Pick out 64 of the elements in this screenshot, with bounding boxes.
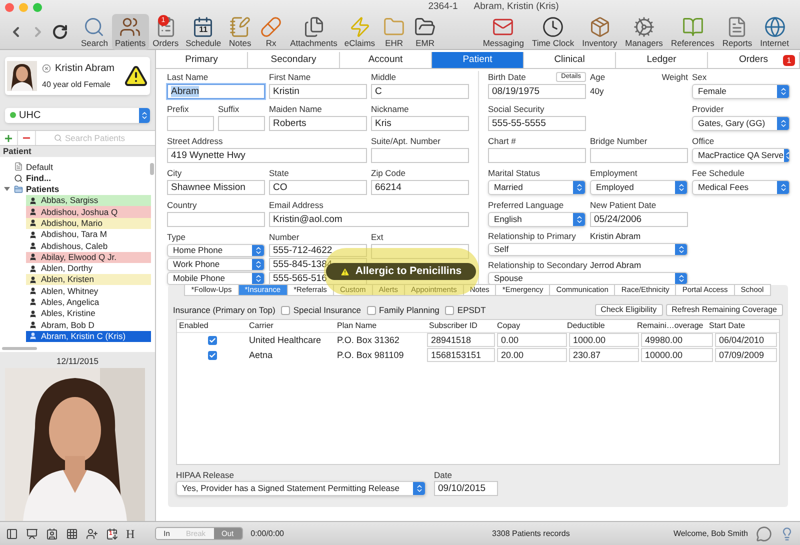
field-label: Nickname	[371, 103, 410, 115]
table-cell-text: United Healthcare	[248, 334, 322, 346]
count-badge: 1	[783, 55, 795, 66]
field-label: Social Security	[488, 103, 546, 115]
checkbox-label: EPSDT	[457, 304, 486, 317]
field-label: City	[167, 167, 183, 179]
checkbox-label: Special Insurance	[293, 304, 361, 317]
field-label: Zip Code	[371, 167, 406, 179]
field-label: Birth Date	[488, 71, 526, 83]
column-header: Enabled	[178, 320, 210, 332]
section-title: Insurance (Primary on Top)	[173, 304, 276, 317]
field-label: Chart #	[488, 135, 517, 147]
record-number: 2364-1	[428, 0, 458, 14]
field-label: Employment	[590, 167, 638, 179]
field-label: Age	[590, 71, 606, 83]
field-label: Last Name	[167, 71, 210, 83]
field-label: Date	[434, 468, 453, 481]
field-label: Maiden Name	[269, 103, 323, 115]
field-label: HIPAA Release	[176, 468, 235, 481]
field-label: Fee Schedule	[692, 167, 746, 179]
field-label: State	[269, 167, 290, 179]
field-label: Office	[692, 135, 716, 147]
column-header: Plan Name	[336, 320, 378, 332]
related-person: Jerrod Abram	[590, 259, 642, 271]
field-label: Prefix	[167, 103, 190, 115]
field-label: Sex	[692, 71, 708, 83]
field-label: First Name	[269, 71, 312, 83]
field-label: Type	[167, 231, 186, 243]
column-header: Subscriber ID	[428, 320, 478, 332]
field-label: Weight	[662, 71, 688, 83]
column-header: Copay	[496, 320, 522, 332]
window-title: Abram, Kristin (Kris)	[474, 0, 559, 14]
field-label: Marital Status	[488, 167, 541, 179]
field-label: Bridge Number	[590, 135, 648, 147]
field-label: New Patient Date	[590, 199, 658, 211]
field-label: Email Address	[269, 199, 324, 211]
patient-summary: 40 year old Female	[42, 78, 112, 91]
age-value: 40y	[590, 85, 605, 98]
field-label: Relationship to Primary	[488, 230, 577, 242]
field-label: Middle	[371, 71, 398, 83]
field-label: Country	[167, 199, 198, 211]
field-label: Provider	[692, 103, 725, 115]
field-label: Suffix	[218, 103, 240, 115]
field-label: Ext	[371, 231, 384, 243]
table-cell-text: Aetna	[248, 348, 274, 362]
field-label: Number	[269, 231, 300, 243]
column-header: Carrier	[248, 320, 274, 332]
column-header: Remaini…overage	[636, 320, 704, 332]
list-header: Patient	[2, 146, 32, 158]
field-label: Suite/Apt. Number	[371, 135, 442, 147]
field-label: Relationship to Secondary	[488, 259, 588, 271]
time-total: 0:00/0:00	[250, 528, 284, 540]
photo-date: 12/11/2015	[56, 355, 100, 368]
patient-name: Kristin Abram	[55, 62, 114, 76]
related-person: Kristin Abram	[590, 230, 641, 242]
column-header: Start Date	[708, 320, 746, 332]
table-cell-text: P.O. Box 981109	[336, 348, 405, 362]
table-cell-text: P.O. Box 31362	[336, 334, 400, 346]
checkbox-label: Family Planning	[378, 304, 440, 317]
record-count: 3308 Patients records	[492, 528, 570, 540]
field-label: Street Address	[167, 135, 224, 147]
welcome-text: Welcome, Bob Smith	[673, 528, 748, 540]
column-header: Deductible	[566, 320, 606, 332]
field-label: Preferred Language	[488, 199, 565, 211]
